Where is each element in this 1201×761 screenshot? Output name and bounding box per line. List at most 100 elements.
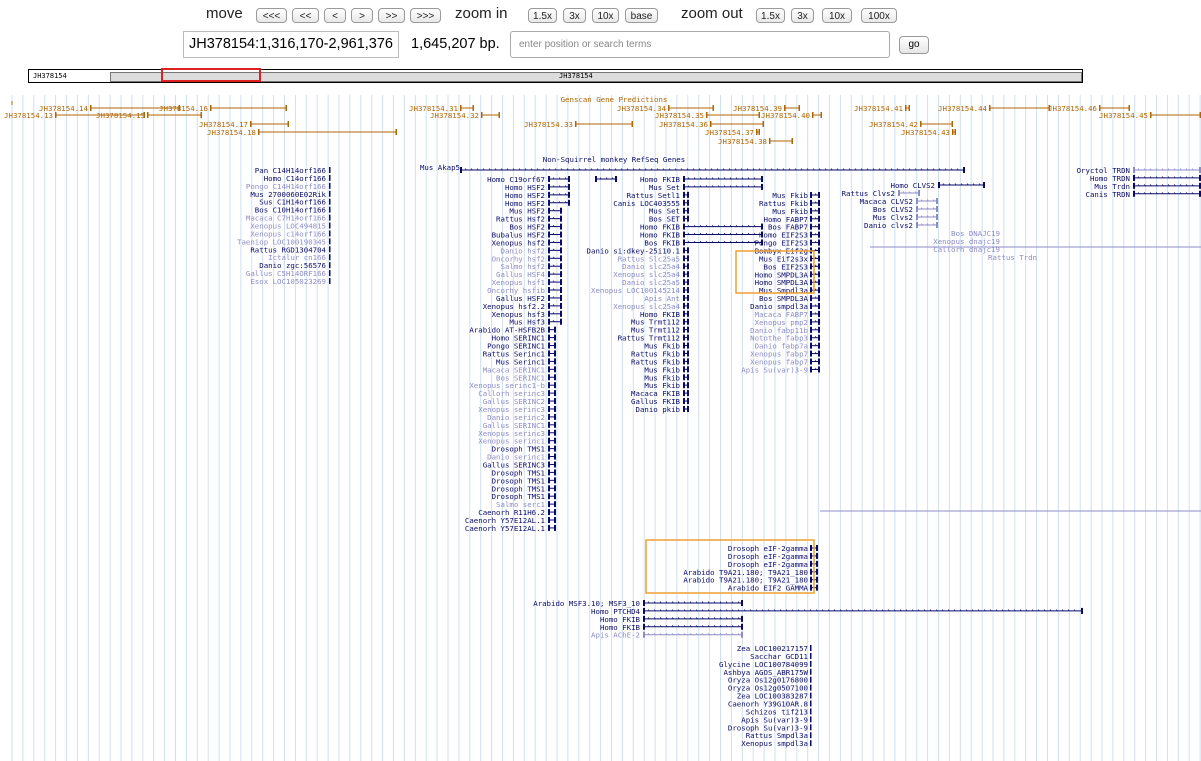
right-a-gene-model-start xyxy=(683,255,685,262)
contig-feature-start xyxy=(55,112,57,118)
contig-feature-start xyxy=(706,112,708,118)
contig-feature-end xyxy=(200,112,202,118)
far-right-a-gene-model-start xyxy=(916,214,918,220)
right-b-gene-model-end xyxy=(818,279,820,286)
zoom-base-button[interactable]: base xyxy=(625,8,658,23)
move-far-left-button[interactable]: <<< xyxy=(256,8,287,23)
zoom-out-100x-button[interactable]: 100x xyxy=(861,8,897,23)
center-gene-model-start xyxy=(548,255,550,262)
right-b-gene-model-end xyxy=(818,287,820,294)
center-gene-model-start xyxy=(548,318,550,325)
center-gene-model-start xyxy=(548,453,550,460)
contig-label: JH378154.40 xyxy=(761,111,810,120)
move-left-button[interactable]: < xyxy=(324,8,346,23)
far-right-b-gene-model-start xyxy=(1133,174,1135,181)
bottom-gene-feature xyxy=(810,652,812,659)
zoom-out-10x-button[interactable]: 10x xyxy=(822,8,852,23)
eif2-gene-model-start xyxy=(810,545,812,551)
right-a-gene-model-end xyxy=(761,223,763,230)
right-b-gene-model-end xyxy=(818,271,820,278)
center-gene-model-start xyxy=(548,191,550,198)
left-gene-feature xyxy=(329,278,331,285)
center-gene-model-end xyxy=(554,509,556,516)
contig-feature-start xyxy=(769,138,771,144)
far-right-a-gene-model-start xyxy=(916,198,918,204)
right-a-gene-model-start xyxy=(683,223,685,230)
contig-label: JH378154.44 xyxy=(938,104,987,113)
zoom-in-3x-button[interactable]: 3x xyxy=(563,8,586,23)
center-gene-model-start xyxy=(548,461,550,468)
right-a-gene-model-end xyxy=(687,405,689,412)
far-right-a-gene-model-end xyxy=(918,190,920,196)
left-gene-feature xyxy=(329,238,331,245)
right-b-gene-model-end xyxy=(818,342,820,349)
right-a-gene-model-end xyxy=(687,398,689,405)
search-input[interactable] xyxy=(510,31,890,58)
center-gene-model-start xyxy=(548,516,550,523)
right-a-gene-model-start xyxy=(683,183,685,190)
zoom-out-3x-button[interactable]: 3x xyxy=(791,8,814,23)
go-button[interactable]: go xyxy=(899,36,929,54)
move-left-more-button[interactable]: << xyxy=(292,8,319,23)
center-gene-model-start xyxy=(548,263,550,270)
zoom-in-10x-button[interactable]: 10x xyxy=(592,8,619,23)
ideogram-center-label: JH378154 xyxy=(559,72,593,80)
right-a-gene-model-end xyxy=(687,390,689,397)
position-display[interactable]: JH378154:1,316,170-2,961,376 xyxy=(183,31,399,58)
right-b-gene-model-start xyxy=(810,366,812,373)
zoom-out-1-5x-button[interactable]: 1.5x xyxy=(756,8,785,23)
eif2-gene-model-start xyxy=(810,584,812,591)
eif2-gene-model-end xyxy=(816,560,818,567)
move-far-right-button[interactable]: >>> xyxy=(410,8,441,23)
contig-label: JH378154.13 xyxy=(4,111,53,120)
right-a-gene-model-end xyxy=(687,207,689,214)
move-right-button[interactable]: > xyxy=(351,8,373,23)
tracks-svg: JH378154.14JH378154.13JH378154.16JH37815… xyxy=(4,95,1201,761)
right-b-gene-model-start xyxy=(810,358,812,365)
far-right-a-gene-model-start xyxy=(898,190,900,196)
right-a-gene-model-start xyxy=(683,231,685,238)
center-gene-model-end xyxy=(560,318,562,325)
center-gene-model-end xyxy=(554,437,556,444)
right-b-gene-model-end xyxy=(818,350,820,357)
right-b-gene-model-start xyxy=(810,271,812,278)
far-right-a-gene-label: Danio clvs2 xyxy=(864,221,913,230)
bottom-gene-feature xyxy=(810,645,812,651)
left-gene-feature xyxy=(329,222,331,229)
center-gene-model-start xyxy=(548,501,550,508)
contig-feature-start xyxy=(989,105,991,111)
center-gene-model-start xyxy=(548,183,550,190)
move-right-more-button[interactable]: >> xyxy=(378,8,405,23)
right-a-gene-model-start xyxy=(683,263,685,270)
right-b-gene-model-end xyxy=(818,303,820,310)
center-gene-model-end xyxy=(560,255,562,262)
center-gene-model-end xyxy=(560,247,562,254)
mid-lower-gene-model-start xyxy=(643,600,645,606)
center-gene-model-start xyxy=(548,176,550,182)
right-b-gene-model-start xyxy=(810,215,812,222)
chromosome-ideogram[interactable]: JH378154 JH378154 xyxy=(28,68,1083,83)
genome-tracks[interactable]: JH378154.14 JH378154.13 JH378154.16 JH37815… xyxy=(0,95,1201,761)
right-a-gene-model-start xyxy=(683,334,685,341)
zoom-in-1-5x-button[interactable]: 1.5x xyxy=(528,8,557,23)
center-gene-model-end xyxy=(568,191,570,198)
center-gene-model-end xyxy=(554,366,556,373)
eif2-gene-model-end xyxy=(816,584,818,591)
move-label: move xyxy=(206,5,243,22)
right-a-gene-model-end xyxy=(761,183,763,190)
left-gene-feature xyxy=(329,167,331,173)
contig-label: JH378154.46 xyxy=(1048,104,1097,113)
bottom-gene-feature xyxy=(810,684,812,691)
center-gene-model-start xyxy=(548,358,550,365)
right-b-gene-model-start xyxy=(810,303,812,310)
genscan-track-title: Genscan Gene Predictions xyxy=(561,95,668,104)
center-gene-model-end xyxy=(554,477,556,484)
contig-feature-start xyxy=(210,105,212,111)
center-gene-model-start xyxy=(548,493,550,500)
contig-label: JH378154.32 xyxy=(430,111,479,120)
center-gene-model-end xyxy=(554,445,556,452)
left-gene-feature xyxy=(329,230,331,237)
right-b-gene-model-start xyxy=(810,326,812,333)
right-a-gene-model-end xyxy=(687,366,689,373)
center-gene-model-start xyxy=(548,199,550,206)
